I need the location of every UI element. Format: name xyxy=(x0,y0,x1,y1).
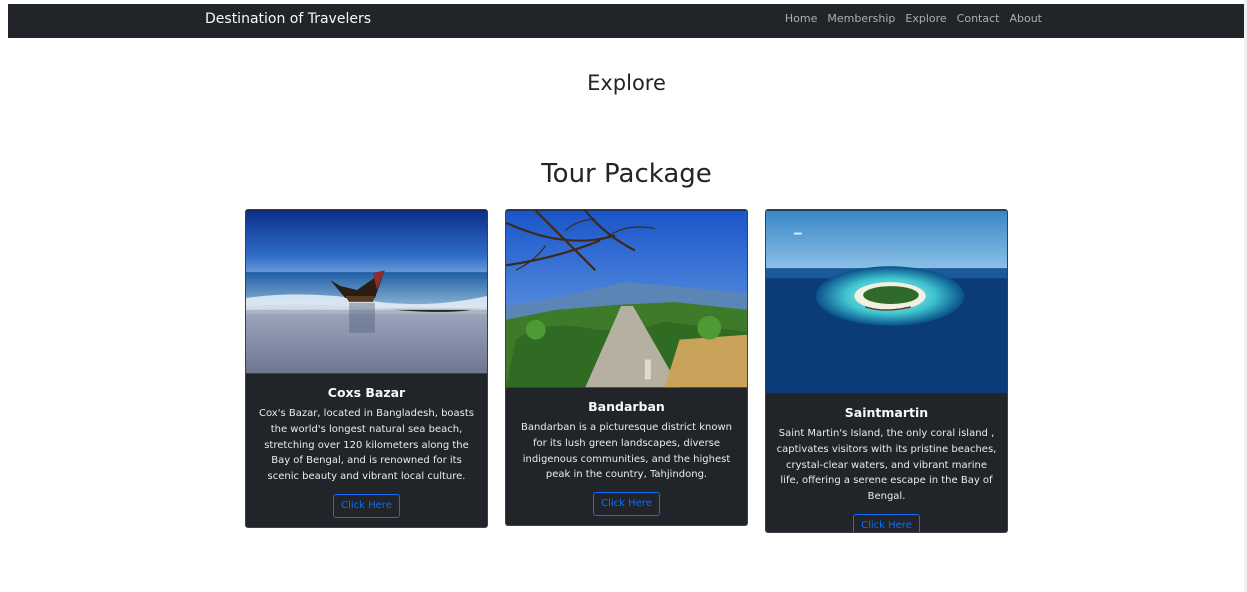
card-body: Saintmartin Saint Martin's Island, the o… xyxy=(766,394,1007,532)
tour-card-saintmartin: Saintmartin Saint Martin's Island, the o… xyxy=(765,209,1008,533)
nav-link-explore[interactable]: Explore xyxy=(905,8,946,30)
click-here-button-saintmartin[interactable]: Click Here xyxy=(853,513,920,532)
click-here-button-coxs-bazar[interactable]: Click Here xyxy=(333,493,400,518)
nav-link-membership[interactable]: Membership xyxy=(827,8,895,30)
navbar: Destination of Travelers Home Membership… xyxy=(8,4,1244,38)
navbar-brand[interactable]: Destination of Travelers xyxy=(205,8,371,30)
card-text: Bandarban is a picturesque district know… xyxy=(520,422,733,481)
nav-link-about[interactable]: About xyxy=(1009,8,1042,30)
page-heading: Explore xyxy=(587,71,666,95)
nav-link-contact[interactable]: Contact xyxy=(957,8,1000,30)
island-aerial-image xyxy=(766,210,1007,394)
card-text: Saint Martin's Island, the only coral is… xyxy=(776,428,997,503)
beach-boat-image xyxy=(246,210,487,374)
card-body: Bandarban Bandarban is a picturesque dis… xyxy=(506,388,747,517)
card-text: Cox's Bazar, located in Bangladesh, boas… xyxy=(258,408,475,483)
tour-card-coxs-bazar: Coxs Bazar Cox's Bazar, located in Bangl… xyxy=(245,209,488,528)
click-here-button-bandarban[interactable]: Click Here xyxy=(593,492,660,517)
nav-links: Home Membership Explore Contact About xyxy=(785,8,1042,30)
hill-path-image xyxy=(506,210,747,388)
nav-link-home[interactable]: Home xyxy=(785,8,817,30)
card-title: Bandarban xyxy=(588,399,665,414)
card-title: Coxs Bazar xyxy=(327,385,406,400)
tour-card-bandarban: Bandarban Bandarban is a picturesque dis… xyxy=(505,209,748,526)
section-heading: Tour Package xyxy=(541,159,712,189)
card-body: Coxs Bazar Cox's Bazar, located in Bangl… xyxy=(246,374,487,518)
card-title: Saintmartin xyxy=(844,405,929,420)
